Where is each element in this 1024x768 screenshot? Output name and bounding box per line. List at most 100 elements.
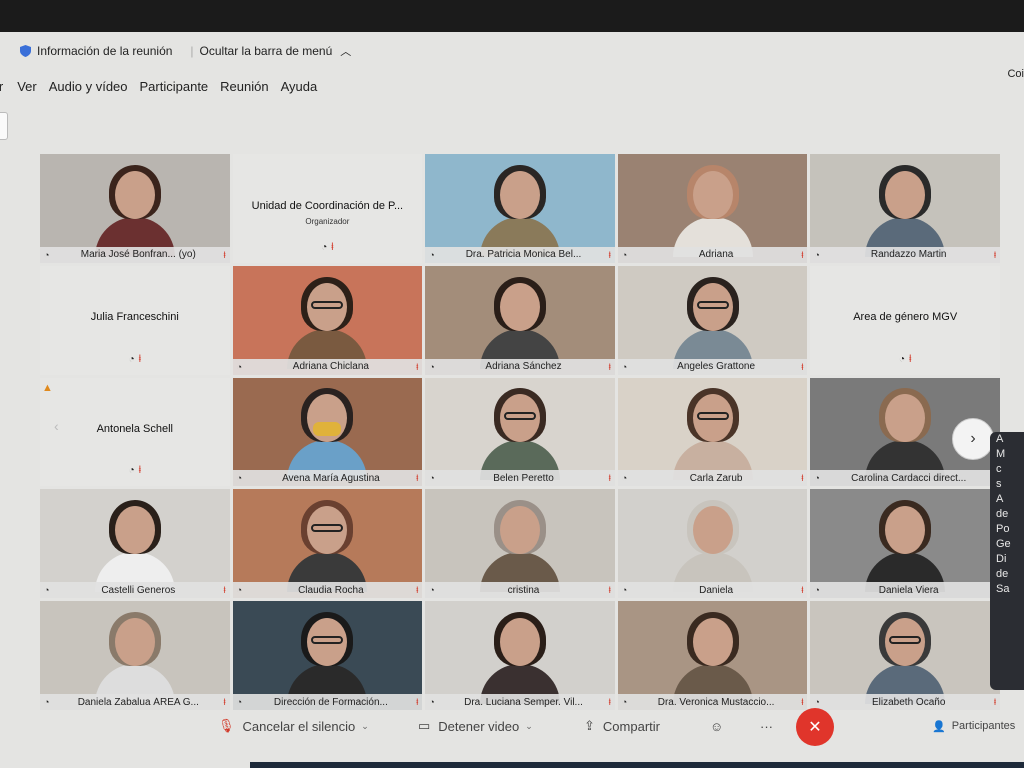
mic-muted-icon: ⱡ [608,585,611,596]
participant-label-bar: ◔ Daniela ⱡ [617,582,808,599]
participant-tile[interactable]: ◔ Adriana Sánchez ⱡ [425,265,615,375]
mic-muted-icon: ⱡ [223,585,226,596]
headset-icon: ◔ [621,249,628,260]
mic-muted-icon: ⱡ [608,249,611,260]
participant-tile[interactable]: ◔ Daniela ⱡ [617,489,808,599]
participant-video-figure [85,164,185,257]
participant-tile[interactable]: ◔ Randazzo Martin ⱡ [810,154,1000,263]
mic-muted-icon: ⱡ [909,353,912,365]
meeting-info-bar: Información de la reunión | Ocultar la b… [0,38,351,64]
participant-tile[interactable]: ◔ Claudia Rocha ⱡ [232,489,423,599]
headset-icon: ◔ [899,353,906,365]
participant-video-figure [85,612,185,704]
participant-name: Adriana [698,249,734,261]
participant-video-figure [277,612,377,704]
participants-icon: 👤 [932,720,946,733]
zoom-window: Información de la reunión | Ocultar la b… [0,32,1024,768]
participant-tile[interactable]: ◔ Avena María Agustina ⱡ [232,377,423,487]
participant-tile[interactable]: ◔ Belen Peretto ⱡ [425,377,615,487]
chat-text-fragment: M [996,448,1006,460]
participant-tile[interactable]: ◔ Carla Zarub ⱡ [617,377,808,487]
menu-item-help[interactable]: Ayuda [281,79,318,94]
participant-video-figure [663,388,763,481]
participant-tile[interactable]: ◔ Elizabeth Ocaño ⱡ [810,601,1000,710]
participant-tile[interactable]: ◔ Daniela Zabalua ÁREA G... ⱡ [40,601,230,710]
participant-label-bar: ◔ Angeles Grattone ⱡ [617,358,808,375]
stop-video-label: Detener video [438,718,520,734]
menu-item-view[interactable]: Ver [17,79,37,94]
chevron-down-icon[interactable]: ⌄ [525,721,533,732]
corner-label: Coi [1007,68,1024,80]
participant-tile[interactable]: ◔ Dra. Luciana Semper. Vil... ⱡ [425,601,615,710]
participants-button[interactable]: 👤 Participantes [932,720,1015,733]
side-panel-handle[interactable] [0,112,8,140]
meeting-info-button[interactable]: Información de la reunión [37,44,172,58]
hide-menu-bar-button[interactable]: Ocultar la barra de menú [200,44,333,58]
emoji-reaction-button[interactable]: ☺ [710,719,723,734]
participant-tile[interactable]: ◔ Adriana Chiclana ⱡ [232,265,423,375]
participant-tile[interactable]: ◔ Angeles Grattone ⱡ [617,265,808,375]
participant-video-figure [855,612,955,704]
share-icon: ⇪ [584,718,595,733]
stop-video-button[interactable]: ▭ Detener video ⌄ [418,718,533,734]
status-icons: ◔ ⱡ [233,242,423,253]
mic-muted-icon: ⱡ [801,249,804,260]
chevron-down-icon[interactable]: ⌄ [361,721,369,732]
participant-tile[interactable]: ◔ Dirección de Formación... ⱡ [232,601,423,710]
mic-muted-icon: ⱡ [608,361,611,372]
participant-tile[interactable]: ◔ Dra. Patricia Monica Bel... ⱡ [425,154,615,263]
participant-name: Belen Peretto [493,472,554,484]
participant-video-figure [277,276,377,369]
participant-label-bar: ◔ Carla Zarub ⱡ [617,470,808,487]
menu-item-audio-video[interactable]: Audio y vídeo [49,79,128,94]
menu-item-window[interactable]: ir [0,79,3,94]
participant-tile[interactable]: Antonela Schell ◔ ⱡ [40,377,230,487]
headset-icon: ◔ [429,361,435,372]
mic-muted-icon: ⱡ [608,473,611,484]
chat-text-fragment: A [996,493,1004,505]
chevron-right-icon: › [970,430,976,447]
chevron-up-icon[interactable]: ︿ [340,43,351,59]
participant-tile[interactable]: ◔ Castelli Generos ⱡ [40,489,230,599]
mic-muted-icon: ⱡ [416,473,419,484]
participant-tile[interactable]: Area de género MGV ◔ ⱡ [810,265,1000,375]
menu-item-participant[interactable]: Participante [140,79,209,94]
participant-tile[interactable]: Julia Franceschini ◔ ⱡ [40,265,230,375]
status-icons: ◔ ⱡ [40,465,230,476]
share-button[interactable]: ⇪ Compartir [584,718,660,734]
next-page-button[interactable]: › [952,418,994,460]
status-icons: ◔ ⱡ [810,354,1000,365]
participant-name: Avena María Agustina [282,472,380,484]
mic-muted-icon: ⱡ [801,473,804,484]
headset-icon: ◔ [621,473,628,484]
menu-item-meeting[interactable]: Reunión [220,79,268,94]
participant-video-figure [470,388,570,481]
participant-tile[interactable]: ◔ Dra. Veronica Mustaccio... ⱡ [617,601,808,710]
unmute-button[interactable]: 🎙 Cancelar el silencio ⌄ [218,718,369,734]
chat-panel: A Mc s Ade Po Ge Di de Sa [990,432,1024,690]
mic-muted-icon: ⱡ [994,249,996,260]
chat-text-fragment: Sa [996,583,1010,595]
headset-icon: ◔ [321,241,328,253]
participant-video-figure [85,500,185,593]
headset-icon: ◔ [236,361,243,372]
participant-label-bar: ◔ Randazzo Martin ⱡ [810,246,1000,263]
menu-bar: ir Ver Audio y vídeo Participante Reunió… [0,74,329,98]
more-button[interactable]: ··· [760,719,773,734]
participant-tile[interactable]: Unidad de Coordinación de P... Organizado… [232,154,423,263]
end-meeting-button[interactable]: ✕ [796,708,834,746]
participant-tile[interactable]: ◔ cristina ⱡ [425,489,615,599]
participant-video-figure [277,500,377,593]
warning-icon: ▲ [42,382,53,394]
chat-text-fragment: c [996,463,1002,475]
participant-tile[interactable]: ◔Daniela Vieraⱡ [810,489,1000,599]
participant-tile[interactable]: ◔ Maria José Bonfran... (yo) ⱡ [40,154,230,263]
chat-text-fragment: A [996,433,1004,445]
meeting-toolbar: 🎙 Cancelar el silencio ⌄ ▭ Detener video… [0,704,1024,748]
mic-muted-icon: ⱡ [138,353,141,365]
divider: | [190,44,194,58]
participant-video-figure [663,164,763,257]
participant-tile[interactable]: ◔ Adriana ⱡ [617,154,808,263]
participant-video-figure [470,500,570,593]
previous-page-arrow[interactable]: ‹ [54,418,59,434]
